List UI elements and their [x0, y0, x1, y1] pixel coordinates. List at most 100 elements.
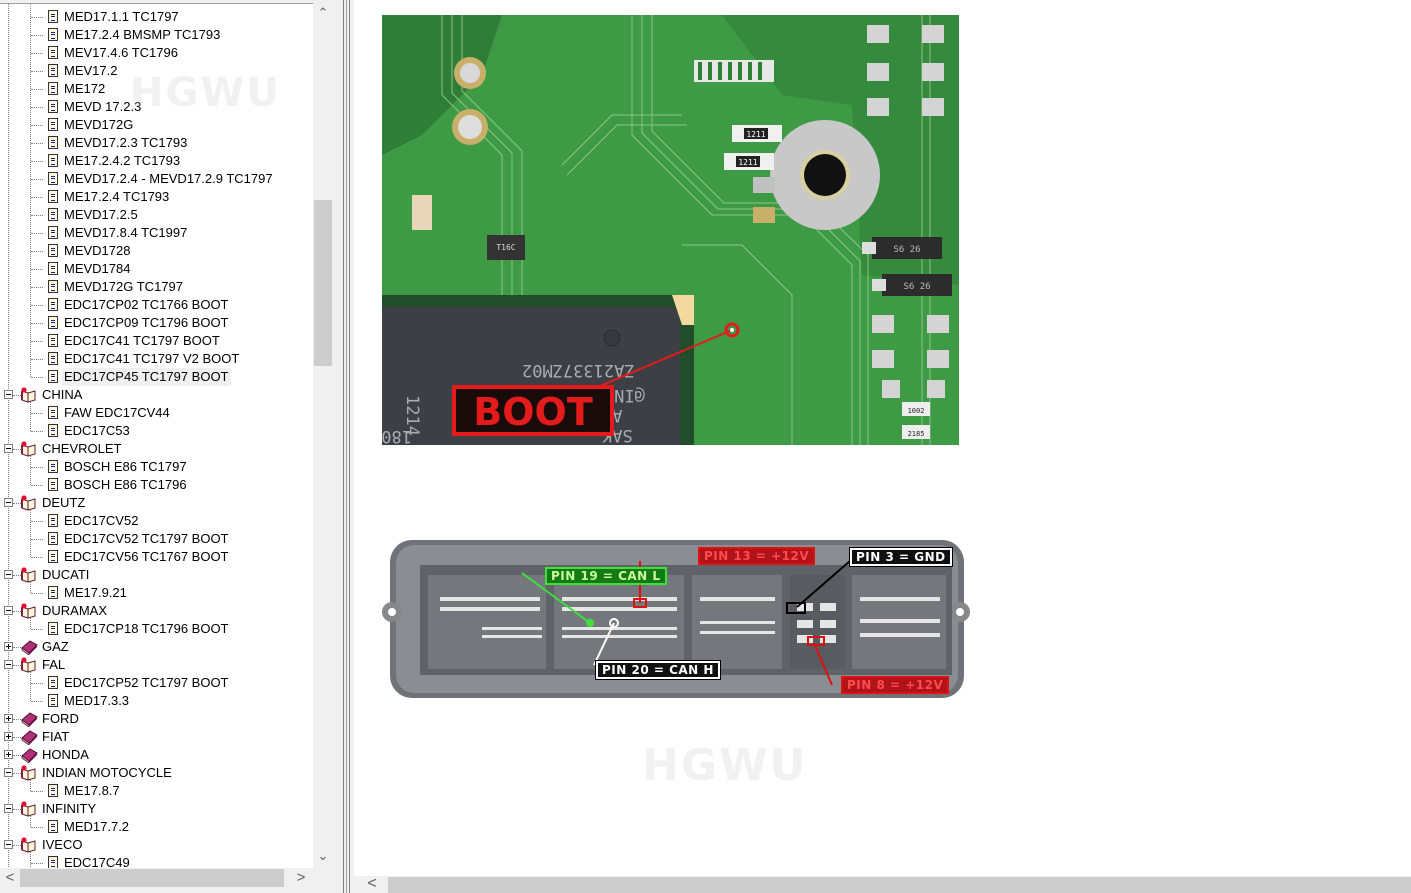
tree-vertical-scrollbar[interactable]: ⌃ ⌄ [313, 3, 333, 868]
expand-icon[interactable] [4, 750, 13, 759]
tree-item-label[interactable]: ME17.2.4 BMSMP TC1793 [62, 26, 222, 44]
tree-folder-label[interactable]: IVECO [40, 836, 84, 854]
tree-item-label[interactable]: EDC17CV52 [62, 512, 140, 530]
tree-item-label[interactable]: BOSCH E86 TC1796 [62, 476, 189, 494]
tree-leaf-item[interactable]: EDC17CP45 TC1797 BOOT [0, 368, 313, 386]
tree-item-label[interactable]: MEVD172G [62, 116, 135, 134]
scroll-right-arrow-icon[interactable]: > [293, 870, 309, 886]
panel-splitter[interactable] [340, 0, 354, 893]
tree-folder-node[interactable]: CHINA [0, 386, 313, 404]
tree-folder-node[interactable]: FORD [0, 710, 313, 728]
tree-leaf-item[interactable]: ME17.8.7 [0, 782, 313, 800]
tree-item-label[interactable]: FAW EDC17CV44 [62, 404, 172, 422]
tree-folder-label[interactable]: DUCATI [40, 566, 91, 584]
tree-leaf-item[interactable]: MEV17.4.6 TC1796 [0, 44, 313, 62]
collapse-icon[interactable] [4, 570, 13, 579]
tree-item-label[interactable]: EDC17C49 [62, 854, 132, 869]
tree-leaf-item[interactable]: EDC17C53 [0, 422, 313, 440]
tree-item-label[interactable]: EDC17CP45 TC1797 BOOT [62, 368, 231, 386]
tree-folder-node[interactable]: IVECO [0, 836, 313, 854]
tree-leaf-item[interactable]: MEVD17.8.4 TC1997 [0, 224, 313, 242]
tree-leaf-item[interactable]: BOSCH E86 TC1797 [0, 458, 313, 476]
collapse-icon[interactable] [4, 804, 13, 813]
tree-item-label[interactable]: MEVD 17.2.3 [62, 98, 143, 116]
tree-leaf-item[interactable]: ME17.9.21 [0, 584, 313, 602]
tree-folder-node[interactable]: DEUTZ [0, 494, 313, 512]
tree-leaf-item[interactable]: ME17.2.4 BMSMP TC1793 [0, 26, 313, 44]
tree-folder-node[interactable]: FIAT [0, 728, 313, 746]
tree-item-label[interactable]: MEVD172G TC1797 [62, 278, 185, 296]
tree-folder-label[interactable]: HONDA [40, 746, 91, 764]
tree-folder-node[interactable]: FAL [0, 656, 313, 674]
tree-item-label[interactable]: MEVD1784 [62, 260, 132, 278]
expand-icon[interactable] [4, 732, 13, 741]
tree-item-label[interactable]: EDC17CP52 TC1797 BOOT [62, 674, 231, 692]
tree-horizontal-scroll-thumb[interactable] [20, 869, 284, 887]
tree-leaf-item[interactable]: EDC17CV56 TC1767 BOOT [0, 548, 313, 566]
tree-item-label[interactable]: BOSCH E86 TC1797 [62, 458, 189, 476]
tree-item-label[interactable]: MED17.3.3 [62, 692, 131, 710]
collapse-icon[interactable] [4, 840, 13, 849]
tree-item-label[interactable]: MED17.1.1 TC1797 [62, 8, 181, 26]
scroll-left-arrow-icon[interactable]: < [364, 876, 380, 892]
tree-item-label[interactable]: EDC17CV56 TC1767 BOOT [62, 548, 231, 566]
tree-item-label[interactable]: EDC17CP18 TC1796 BOOT [62, 620, 231, 638]
tree-leaf-item[interactable]: ME172 [0, 80, 313, 98]
tree-leaf-item[interactable]: EDC17C41 TC1797 BOOT [0, 332, 313, 350]
tree-folder-label[interactable]: FIAT [40, 728, 71, 746]
tree-item-label[interactable]: EDC17C41 TC1797 BOOT [62, 332, 222, 350]
tree-folder-node[interactable]: GAZ [0, 638, 313, 656]
collapse-icon[interactable] [4, 768, 13, 777]
tree-item-label[interactable]: ME17.2.4 TC1793 [62, 188, 171, 206]
tree-item-label[interactable]: MED17.7.2 [62, 818, 131, 836]
tree-leaf-item[interactable]: EDC17CP02 TC1766 BOOT [0, 296, 313, 314]
tree-leaf-item[interactable]: EDC17CP09 TC1796 BOOT [0, 314, 313, 332]
tree-leaf-item[interactable]: EDC17C49 [0, 854, 313, 869]
collapse-icon[interactable] [4, 390, 13, 399]
tree-folder-node[interactable]: HONDA [0, 746, 313, 764]
tree-folder-label[interactable]: DURAMAX [40, 602, 109, 620]
tree-folder-label[interactable]: INFINITY [40, 800, 98, 818]
tree-leaf-item[interactable]: MEV17.2 [0, 62, 313, 80]
tree-item-label[interactable]: EDC17CV52 TC1797 BOOT [62, 530, 231, 548]
tree-item-label[interactable]: EDC17C41 TC1797 V2 BOOT [62, 350, 241, 368]
tree-item-label[interactable]: EDC17C53 [62, 422, 132, 440]
tree-leaf-item[interactable]: MEVD172G [0, 116, 313, 134]
tree-leaf-item[interactable]: MEVD 17.2.3 [0, 98, 313, 116]
tree-item-label[interactable]: MEVD17.2.3 TC1793 [62, 134, 189, 152]
tree-folder-label[interactable]: CHEVROLET [40, 440, 123, 458]
tree-item-label[interactable]: MEVD17.2.4 - MEVD17.2.9 TC1797 [62, 170, 275, 188]
collapse-icon[interactable] [4, 660, 13, 669]
tree-leaf-item[interactable]: MEVD1784 [0, 260, 313, 278]
tree-item-label[interactable]: EDC17CP09 TC1796 BOOT [62, 314, 231, 332]
tree-item-label[interactable]: ME17.8.7 [62, 782, 122, 800]
tree-leaf-item[interactable]: EDC17CV52 [0, 512, 313, 530]
tree-folder-label[interactable]: CHINA [40, 386, 84, 404]
expand-icon[interactable] [4, 642, 13, 651]
tree-leaf-item[interactable]: EDC17CP18 TC1796 BOOT [0, 620, 313, 638]
content-horizontal-scrollbar[interactable]: < [354, 876, 1411, 893]
scroll-left-arrow-icon[interactable]: < [2, 870, 18, 886]
tree-item-label[interactable]: MEVD17.2.5 [62, 206, 140, 224]
tree-folder-node[interactable]: INDIAN MOTOCYCLE [0, 764, 313, 782]
collapse-icon[interactable] [4, 498, 13, 507]
tree-leaf-item[interactable]: MEVD172G TC1797 [0, 278, 313, 296]
expand-icon[interactable] [4, 714, 13, 723]
tree-folder-label[interactable]: FORD [40, 710, 81, 728]
tree-horizontal-scrollbar[interactable]: < > [0, 868, 313, 888]
tree-leaf-item[interactable]: MED17.3.3 [0, 692, 313, 710]
scroll-down-arrow-icon[interactable]: ⌄ [315, 848, 331, 864]
tree-item-label[interactable]: MEVD17.8.4 TC1997 [62, 224, 189, 242]
collapse-icon[interactable] [4, 606, 13, 615]
collapse-icon[interactable] [4, 444, 13, 453]
tree-vertical-scroll-thumb[interactable] [314, 200, 332, 366]
tree-leaf-item[interactable]: BOSCH E86 TC1796 [0, 476, 313, 494]
tree-item-label[interactable]: MEV17.2 [62, 62, 119, 80]
tree-item-label[interactable]: ME17.2.4.2 TC1793 [62, 152, 182, 170]
tree-leaf-item[interactable]: MEVD17.2.3 TC1793 [0, 134, 313, 152]
tree-folder-label[interactable]: FAL [40, 656, 67, 674]
tree-folder-label[interactable]: DEUTZ [40, 494, 87, 512]
tree-leaf-item[interactable]: EDC17CV52 TC1797 BOOT [0, 530, 313, 548]
tree-leaf-item[interactable]: MEVD1728 [0, 242, 313, 260]
tree-item-label[interactable]: ME17.9.21 [62, 584, 129, 602]
